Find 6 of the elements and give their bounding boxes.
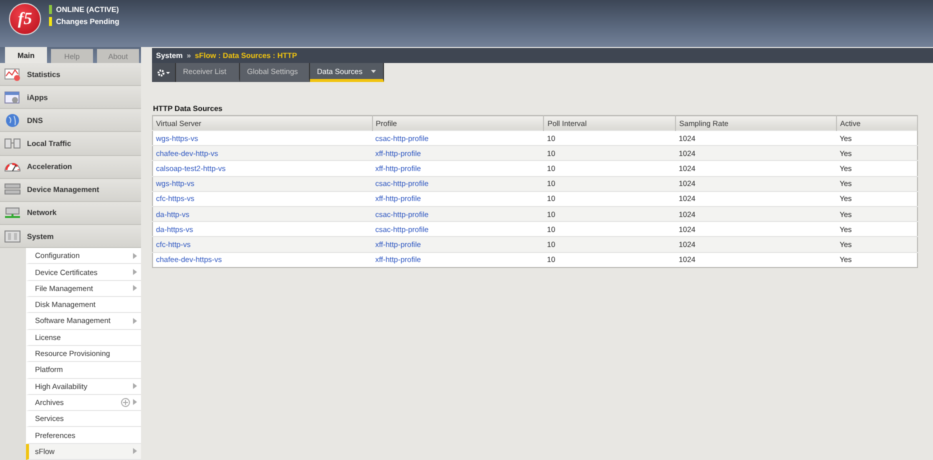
- settings-icon: [156, 68, 170, 76]
- chart-icon: [4, 66, 21, 82]
- network-icon: [4, 205, 21, 220]
- app-icon: [4, 90, 21, 105]
- f5-logo: f5: [9, 3, 41, 35]
- globe-icon: [4, 112, 21, 128]
